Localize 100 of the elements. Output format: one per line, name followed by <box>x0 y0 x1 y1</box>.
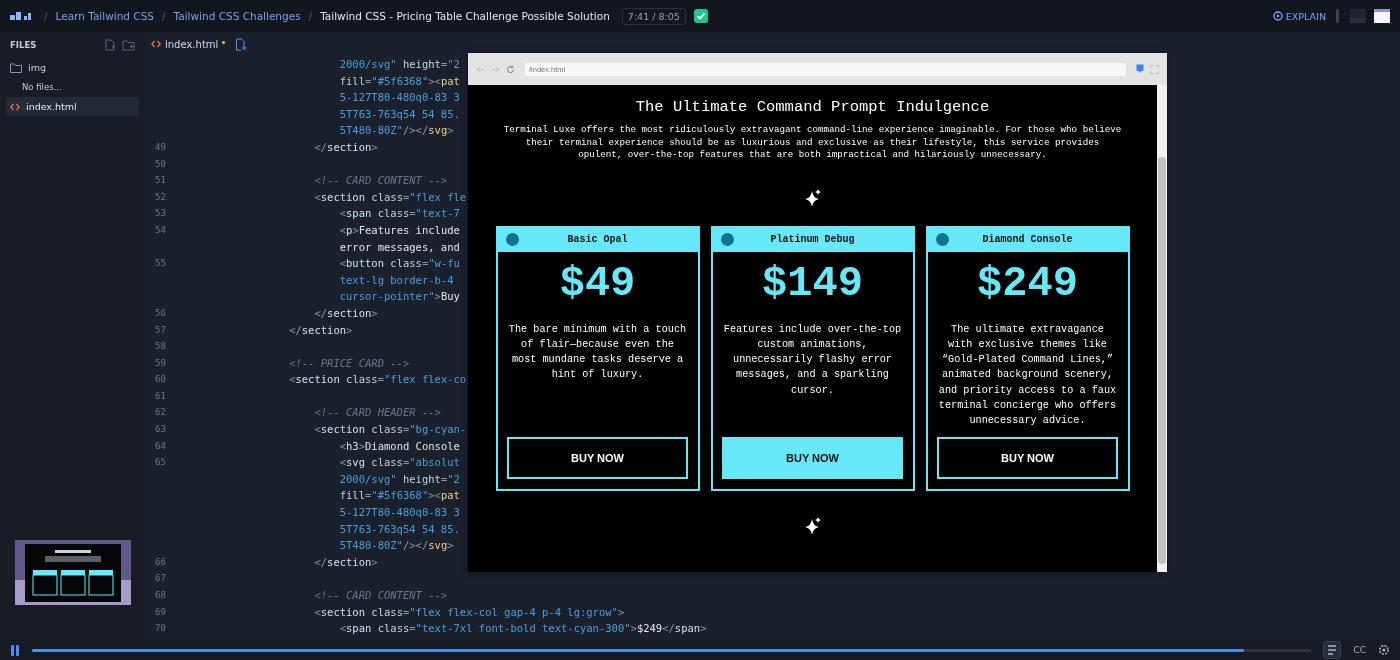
bookmark-icon[interactable] <box>1136 64 1144 74</box>
line-number: 55 <box>155 258 166 269</box>
code-line: <p>Features include <box>338 222 460 238</box>
code-line: <!-- CARD CONTENT --> <box>313 588 448 603</box>
logo-icon[interactable] <box>10 11 32 21</box>
code-line: <!-- CARD HEADER --> <box>313 405 441 421</box>
new-file-icon[interactable] <box>104 39 116 51</box>
code-line: <svg class="absolut <box>338 455 460 471</box>
intro-paragraph: Terminal Luxe offers the most ridiculously extravagant command-line experience imaginable. For those who believe their terminal experience should be as luxurious and exclusive as their lifestyle, this service provides opulent, over-the-top features that are both impractical and hilariously unnecessary. <box>502 124 1123 162</box>
line-number: 49 <box>155 141 166 152</box>
line-number: 69 <box>155 606 166 617</box>
plan-description: Features include over-the-top custom animations, unnecessarily flashy error messages, and a sparkling cursor. <box>722 322 903 398</box>
code-line: 5T480-80Z"/></svg> <box>338 123 454 139</box>
code-line: </section> <box>313 305 378 321</box>
line-number: 53 <box>155 208 166 219</box>
breadcrumb-link[interactable]: Tailwind CSS Challenges <box>173 10 301 22</box>
new-folder-icon[interactable] <box>122 39 135 51</box>
plan-description: The bare minimum with a touch of flair—because even the most mundane tasks deserve a hint of luxury. <box>507 322 688 383</box>
line-number: 60 <box>155 374 166 385</box>
code-line: <section class="flex fle <box>313 189 467 205</box>
code-line: <section class="flex flex-col gap-4 p-4 lg:grow"> <box>313 604 625 620</box>
line-number: 70 <box>155 623 166 634</box>
captions-button[interactable]: CC <box>1353 645 1366 655</box>
line-number: 58 <box>155 341 166 352</box>
code-line: <span class="text-7xl font-bold text-cyan-300">$249</span> <box>338 621 707 637</box>
line-number: 50 <box>155 158 166 169</box>
line-number: 67 <box>155 573 166 584</box>
dot-icon <box>935 233 949 246</box>
price: $249 <box>977 259 1078 308</box>
plan-name: Diamond Console <box>981 234 1074 245</box>
reload-icon[interactable] <box>506 64 515 74</box>
code-line: 5T763-763q54 54 85. <box>338 106 460 122</box>
lesson-title: Tailwind CSS - Pricing Table Challenge Possible Solution <box>320 10 610 22</box>
line-number: 65 <box>155 457 166 468</box>
pause-button[interactable] <box>10 644 20 656</box>
new-file-icon[interactable] <box>235 37 248 51</box>
plan-name: Basic Opal <box>566 234 629 245</box>
code-line: 5T480-80Z"/></svg> <box>338 538 454 554</box>
line-number: 54 <box>155 224 166 235</box>
layout-toggle-icon[interactable] <box>1334 8 1342 24</box>
plan-description: The ultimate extravagance with exclusive themes like “Gold-Plated Command Lines,” animated background scenery, and priority access to a faux terminal concierge who offers unnecessary advice. <box>937 322 1118 429</box>
code-line: <button class="w-fu <box>338 256 460 272</box>
code-line: fill="#5f6368"><pat <box>338 73 460 89</box>
code-line: fill="#5f6368"><pat <box>338 488 460 504</box>
line-number: 56 <box>155 307 166 318</box>
code-file-icon <box>10 102 20 111</box>
play-circle-icon <box>1272 11 1283 21</box>
breadcrumb-link[interactable]: Learn Tailwind CSS <box>55 10 154 22</box>
plan-name: Platinum Debug <box>769 234 856 245</box>
line-number: 68 <box>155 590 166 600</box>
transcript-icon[interactable] <box>1323 641 1342 659</box>
line-number: 59 <box>155 357 166 368</box>
line-number: 57 <box>155 324 166 335</box>
code-line: cursor-pointer">Buy <box>338 289 460 305</box>
buy-button[interactable]: BUY NOW <box>722 436 903 479</box>
code-line: error messages, and <box>338 239 460 255</box>
code-line: 2000/svg" height="2 <box>338 57 460 72</box>
layout-toggle-icon[interactable] <box>1374 8 1390 24</box>
line-number: 61 <box>155 390 166 401</box>
dot-icon <box>505 233 519 246</box>
buy-button[interactable]: BUY NOW <box>507 436 688 479</box>
code-line: <section class="flex flex-co <box>288 372 467 388</box>
line-number: 63 <box>155 424 166 435</box>
layout-toggle-icon[interactable] <box>1350 8 1366 24</box>
time-badge: 7:41 / 8:05 <box>621 7 686 25</box>
file-tab[interactable]: index.html <box>151 38 226 50</box>
code-line: </section> <box>313 554 378 570</box>
code-line: 5-127T80-480q0-83 3 <box>338 505 460 521</box>
code-line: 2000/svg" height="2 <box>338 471 460 487</box>
code-line: </section> <box>313 139 378 155</box>
file-tree-item[interactable]: img <box>6 58 139 77</box>
line-number: 52 <box>155 191 166 202</box>
price: $149 <box>762 259 863 308</box>
settings-icon[interactable] <box>1378 644 1390 656</box>
code-line: </section> <box>288 322 353 338</box>
line-number: 51 <box>155 175 166 186</box>
line-number: 62 <box>155 407 166 418</box>
code-line: 5-127T80-480q0-83 3 <box>338 90 460 106</box>
breadcrumb-separator: / <box>162 10 166 22</box>
file-tree-item[interactable]: No files... <box>6 79 139 95</box>
dot-icon <box>720 233 734 246</box>
scrollbar[interactable] <box>1157 85 1167 572</box>
line-number: 66 <box>155 556 166 567</box>
code-line: <!-- CARD CONTENT --> <box>313 173 448 189</box>
code-file-icon <box>151 40 161 48</box>
price: $49 <box>559 259 636 308</box>
line-number: 64 <box>155 440 166 451</box>
code-line: text-lg border-b-4 <box>338 272 454 288</box>
code-line: <h3>Diamond Console <box>338 438 460 454</box>
page-heading: The Ultimate Command Prompt Indulgence <box>635 98 990 116</box>
breadcrumb-separator: / <box>308 10 313 22</box>
code-line: <!-- PRICE CARD --> <box>288 355 410 371</box>
code-line: 5T763-763q54 54 85. <box>338 521 460 537</box>
code-line: <section class="bg-cyan- <box>313 422 467 438</box>
code-line: <span class="text-7 <box>338 206 460 222</box>
breadcrumb-separator: / <box>44 10 48 22</box>
buy-button[interactable]: BUY NOW <box>937 436 1118 479</box>
folder-icon <box>10 62 22 73</box>
file-tree-item[interactable]: index.html <box>6 97 139 116</box>
explain-button[interactable]: EXPLAIN <box>1272 10 1326 22</box>
